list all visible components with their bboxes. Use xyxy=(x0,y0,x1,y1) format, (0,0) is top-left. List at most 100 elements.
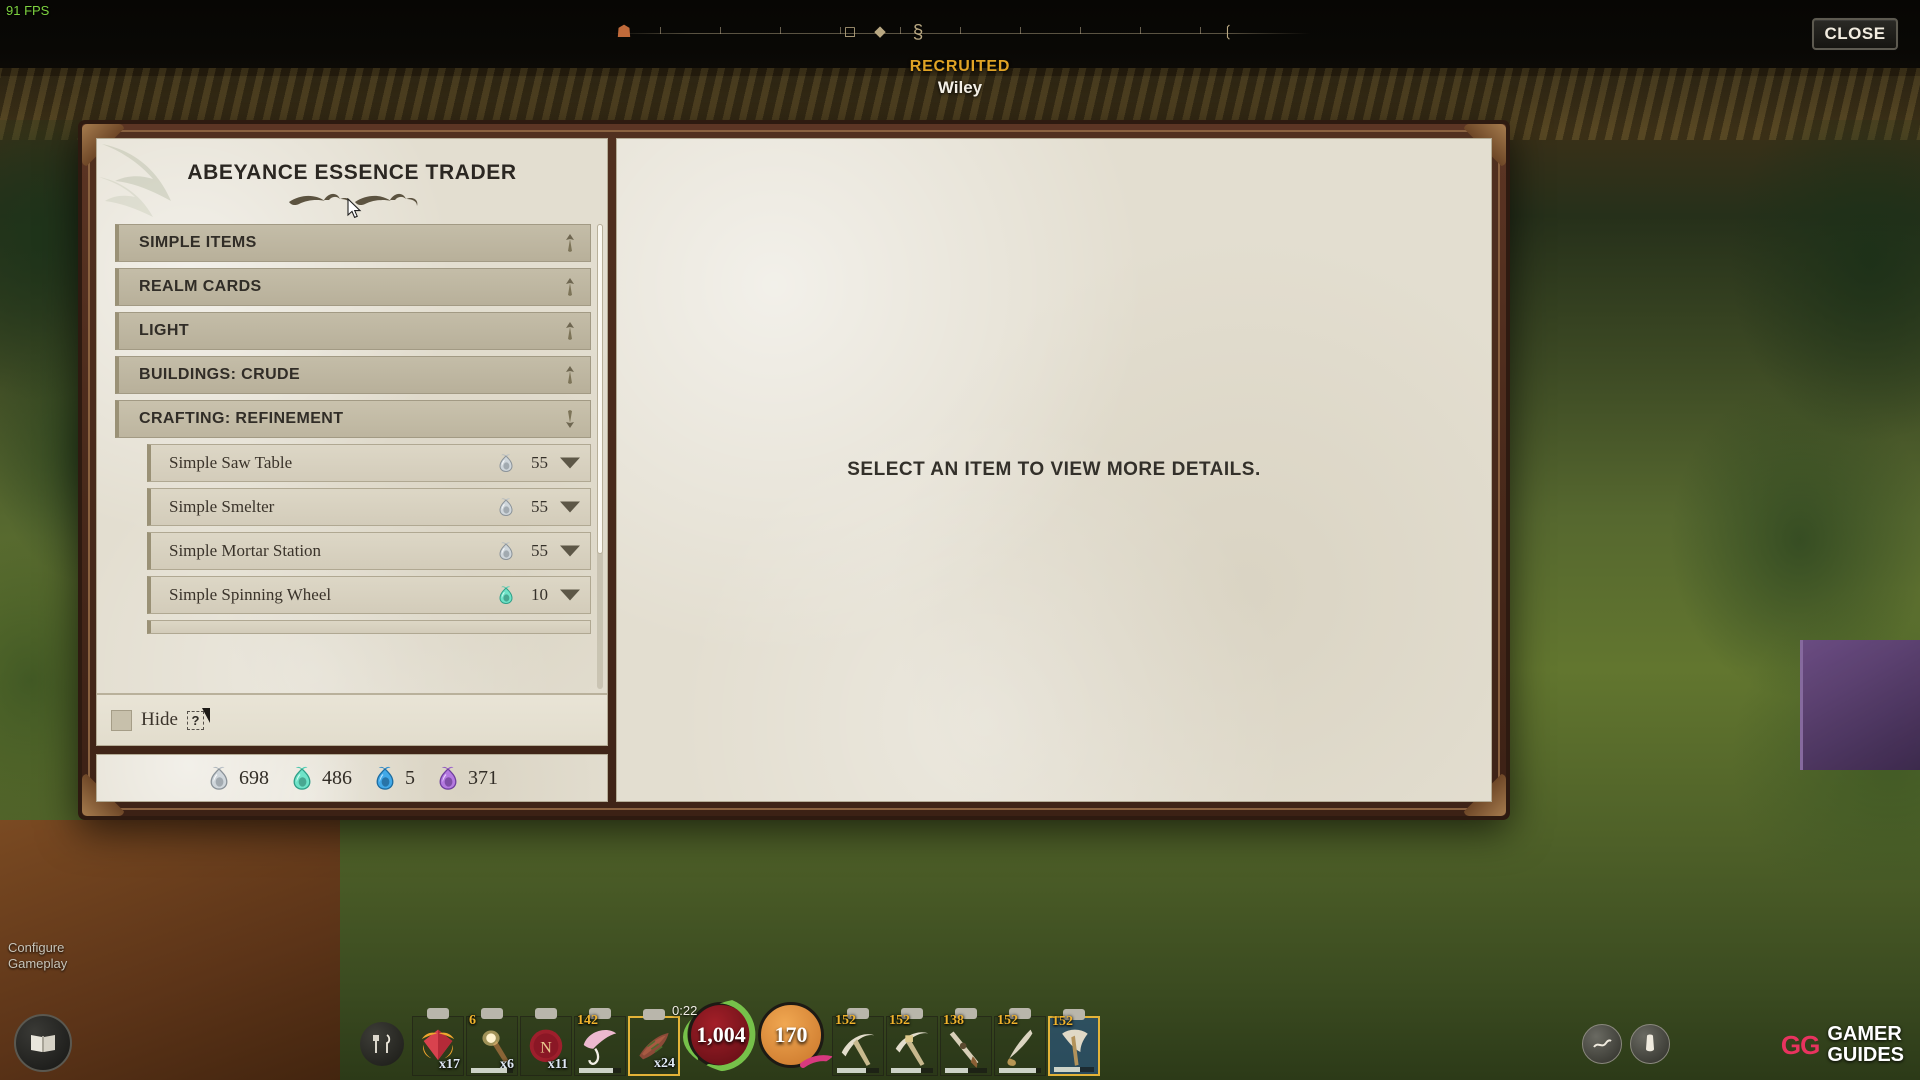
expand-arrow-icon xyxy=(566,278,574,296)
category-list: SIMPLE ITEMS REALM CARDS LIGHT BUILDINGS… xyxy=(115,224,591,634)
hotbar-slot[interactable]: x17 xyxy=(412,1008,464,1076)
tool-durability xyxy=(999,1068,1041,1073)
shop-item-name: Simple Mortar Station xyxy=(169,541,322,560)
axe-icon xyxy=(1062,1029,1088,1066)
recruit-label: RECRUITED xyxy=(909,58,1011,75)
currency-value: 5 xyxy=(405,766,415,789)
hotbar-slot-selected[interactable]: x24 xyxy=(628,1009,680,1076)
journal-button[interactable] xyxy=(14,1014,72,1072)
anchor-icon: § xyxy=(912,22,924,43)
catalog-scrollbar-thumb[interactable] xyxy=(597,224,603,554)
tool-durability xyxy=(891,1068,933,1073)
shop-item-price: 55 xyxy=(531,497,548,516)
shop-item-price: 10 xyxy=(531,585,548,604)
vitals-orbs: 1,004 170 xyxy=(683,997,834,1072)
category-row-light[interactable]: LIGHT xyxy=(115,312,591,350)
book-icon xyxy=(31,1035,55,1052)
tool-slot[interactable]: 152 xyxy=(886,1008,938,1076)
category-label: SIMPLE ITEMS xyxy=(139,234,257,251)
hotbar-slot[interactable]: N x11 xyxy=(520,1008,572,1076)
help-tooltip-icon[interactable]: ? xyxy=(186,707,210,730)
health-orb: 1,004 xyxy=(688,1002,754,1068)
currency-value: 486 xyxy=(322,766,352,789)
tool-durability xyxy=(1054,1067,1094,1072)
item-expand-arrow-icon[interactable] xyxy=(560,589,580,601)
shop-item-name: Simple Saw Table xyxy=(169,453,293,472)
key-icon: ◻ xyxy=(843,23,857,40)
essence-silver-icon xyxy=(496,541,516,561)
catalog-card: ABEYANCE ESSENCE TRADER SIMPLE ITEMS REA… xyxy=(96,138,608,746)
item-expand-arrow-icon[interactable] xyxy=(560,545,580,557)
hotbar-key xyxy=(427,1008,449,1019)
category-row-crafting-refinement[interactable]: CRAFTING: REFINEMENT xyxy=(115,400,591,438)
trader-title: ABEYANCE ESSENCE TRADER xyxy=(187,161,517,184)
consumable-button[interactable] xyxy=(360,1022,404,1066)
tool-slot[interactable]: 138 xyxy=(940,1008,992,1076)
configure-gameplay-hint: Configure Gameplay xyxy=(8,940,67,973)
shop-item-row[interactable]: Simple Mortar Station 55 xyxy=(147,532,591,570)
category-scroll-area[interactable]: SIMPLE ITEMS REALM CARDS LIGHT BUILDINGS… xyxy=(97,224,607,693)
watermark: GG GAMER GUIDES xyxy=(1781,1024,1904,1066)
shop-item-row-partial[interactable] xyxy=(147,620,591,634)
svg-text:N: N xyxy=(540,1039,552,1057)
essence-silver-icon xyxy=(496,453,516,473)
collapse-arrow-icon xyxy=(566,410,574,428)
hide-checkbox[interactable] xyxy=(111,709,132,731)
compass-strip: ☗ ◻ ◆ § ❲ xyxy=(610,22,1310,44)
category-row-buildings-crude[interactable]: BUILDINGS: CRUDE xyxy=(115,356,591,394)
umbrella-icon xyxy=(583,1029,617,1065)
hotbar-quantity: x11 xyxy=(547,1057,568,1072)
timer-text: 0:22 xyxy=(672,1003,698,1018)
lantern-button[interactable] xyxy=(1630,1024,1670,1064)
item-expand-arrow-icon[interactable] xyxy=(560,457,580,469)
dagger-icon xyxy=(1007,1029,1033,1066)
wave-button[interactable] xyxy=(1582,1024,1622,1064)
shop-item-row[interactable]: Simple Saw Table 55 xyxy=(147,444,591,482)
tool-slot[interactable]: 152 xyxy=(832,1008,884,1076)
trader-window: ABEYANCE ESSENCE TRADER SIMPLE ITEMS REA… xyxy=(78,120,1510,820)
hud-right-buttons xyxy=(1582,1024,1670,1064)
hotbar-quantity: x24 xyxy=(654,1056,675,1071)
watermark-line-2: GUIDES xyxy=(1827,1044,1904,1066)
shop-item-row[interactable]: Simple Spinning Wheel 10 xyxy=(147,576,591,614)
essence-teal-icon xyxy=(496,585,516,605)
hotbar-slot[interactable]: 142 xyxy=(574,1008,626,1076)
category-row-simple-items[interactable]: SIMPLE ITEMS xyxy=(115,224,591,262)
configure-line-1: Configure xyxy=(8,939,65,955)
trader-catalog-panel: ABEYANCE ESSENCE TRADER SIMPLE ITEMS REA… xyxy=(96,138,608,802)
configure-line-2: Gameplay xyxy=(8,955,68,971)
shop-item-price-group: 55 xyxy=(496,541,548,561)
category-label: BUILDINGS: CRUDE xyxy=(139,366,301,383)
hotbar-durability xyxy=(471,1068,513,1073)
detail-empty-text: SELECT AN ITEM TO VIEW MORE DETAILS. xyxy=(847,459,1261,480)
tool-slot[interactable]: 152 xyxy=(994,1008,1046,1076)
hotbar-key xyxy=(535,1008,557,1019)
essence-silver-icon xyxy=(496,497,516,517)
expand-arrow-icon xyxy=(566,234,574,252)
essence-teal-icon xyxy=(289,765,315,791)
watermark-text: GAMER GUIDES xyxy=(1827,1024,1904,1066)
shop-item-price-group: 55 xyxy=(496,497,548,517)
shop-item-row[interactable]: Simple Smelter 55 xyxy=(147,488,591,526)
bottom-hud: x17 6 x6 N x11 142 x24 1,004 170 152 152… xyxy=(0,980,1920,1080)
currency-silver: 698 xyxy=(206,765,269,791)
close-button[interactable]: CLOSE xyxy=(1812,18,1898,50)
category-row-realm-cards[interactable]: REALM CARDS xyxy=(115,268,591,306)
pickaxe-icon xyxy=(895,1032,929,1066)
shop-item-name: Simple Spinning Wheel xyxy=(169,585,332,604)
category-label: LIGHT xyxy=(139,322,189,339)
hotbar-slot[interactable]: 6 x6 xyxy=(466,1008,518,1076)
hotbar-durability xyxy=(579,1068,621,1073)
tool-durability xyxy=(837,1068,879,1073)
tool-slot-selected[interactable]: 152 xyxy=(1048,1009,1100,1076)
shop-item-price: 55 xyxy=(531,453,548,472)
shop-item-name: Simple Smelter xyxy=(169,497,275,516)
hide-option-bar: Hide ? xyxy=(97,693,607,745)
title-flourish-icon xyxy=(289,193,418,206)
essence-blue-icon xyxy=(372,765,398,791)
item-expand-arrow-icon[interactable] xyxy=(560,501,580,513)
recruit-name: Wiley xyxy=(937,78,983,97)
expand-arrow-icon xyxy=(566,322,574,340)
essence-silver-icon xyxy=(206,765,232,791)
shop-item-price-group: 10 xyxy=(496,585,548,605)
